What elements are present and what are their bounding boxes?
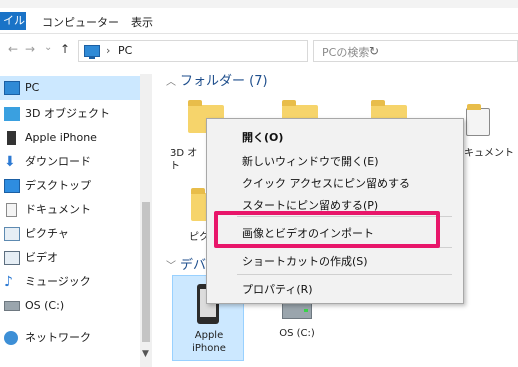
chevron-up-icon: ︿ (166, 77, 176, 88)
nav-item-documents[interactable]: ドキュメント (0, 198, 140, 222)
nav-label: OS (C:) (25, 299, 65, 312)
nav-item-pictures[interactable]: ピクチャ (0, 222, 140, 246)
scrollbar-thumb[interactable] (142, 202, 150, 342)
device-label-os-c[interactable]: OS (C:) (262, 327, 332, 340)
nav-label: ネットワーク (25, 331, 91, 344)
nav-item-apple-iphone[interactable]: Apple iPhone (0, 126, 140, 150)
device-label: Apple iPhone (192, 330, 226, 354)
chevron-down-icon: ﹀ (166, 261, 176, 272)
nav-label: ピクチャ (25, 227, 69, 240)
nav-label: ドキュメント (25, 203, 91, 216)
nav-label: PC (25, 81, 40, 94)
document-icon (6, 203, 17, 217)
menu-item-pin-quick-access[interactable]: クイック アクセスにピン留めする (242, 175, 410, 191)
nav-item-videos[interactable]: ビデオ (0, 246, 140, 270)
nav-item-desktop[interactable]: デスクトップ (0, 174, 140, 198)
folder-icon-documents[interactable] (466, 104, 490, 136)
pc-icon (84, 45, 100, 59)
network-icon (4, 331, 18, 345)
folder-label-documents: キュメント (464, 148, 514, 159)
nav-label: ビデオ (25, 251, 58, 264)
nav-label: 3D オブジェクト (25, 107, 110, 120)
nav-item-downloads[interactable]: ⬇ ダウンロード (0, 150, 140, 174)
pc-icon (4, 81, 20, 95)
navigation-pane: PC 3D オブジェクト Apple iPhone ⬇ ダウンロード デスクトッ… (0, 74, 152, 367)
folder-label-3d-objects: 3D オ ト (170, 148, 198, 172)
nav-item-pc[interactable]: PC (0, 76, 140, 100)
back-button[interactable]: ← (8, 42, 18, 56)
menu-separator (237, 274, 452, 275)
breadcrumb-pc[interactable]: PC (118, 44, 132, 57)
breadcrumb-separator: › (106, 44, 111, 57)
phone-icon (7, 131, 16, 145)
group-header-devices[interactable]: ﹀ デバ (166, 254, 206, 273)
up-button[interactable]: ↑ (60, 42, 70, 56)
group-header-folders[interactable]: ︿ フォルダー (7) (166, 70, 268, 89)
drive-led (304, 309, 308, 312)
menu-item-properties[interactable]: プロパティ(R) (242, 281, 313, 297)
nav-item-music[interactable]: ♪ ミュージック (0, 270, 140, 294)
group-header-label: フォルダー (7) (180, 74, 268, 89)
menu-item-open-new-window[interactable]: 新しいウィンドウで開く(E) (242, 153, 379, 169)
tab-file[interactable]: イル (0, 12, 26, 30)
menu-item-open[interactable]: 開く(O) (242, 129, 283, 145)
tab-computer[interactable]: コンピューター (42, 14, 119, 30)
highlight-annotation-box (214, 211, 440, 248)
drive-icon (4, 301, 20, 311)
title-bar (0, 0, 518, 8)
nav-item-network[interactable]: ネットワーク (0, 326, 140, 350)
address-bar[interactable]: › PC ↻ (78, 40, 379, 62)
nav-label: Apple iPhone (25, 131, 97, 144)
tab-view[interactable]: 表示 (131, 14, 153, 30)
group-header-label: デバ (180, 258, 207, 273)
picture-icon (4, 227, 20, 241)
recent-dropdown-button[interactable]: ⌄ (44, 42, 52, 53)
nav-label: ダウンロード (25, 155, 91, 168)
ribbon-tabs: イル コンピューター 表示 (0, 8, 518, 34)
video-icon (4, 251, 20, 265)
music-icon: ♪ (4, 274, 13, 290)
3d-objects-icon (4, 107, 20, 121)
scroll-down-icon[interactable]: ▼ (142, 349, 149, 359)
search-placeholder: PCの検索 (322, 46, 370, 59)
address-row: ← → ⌄ ↑ › PC ↻ PCの検索 (0, 34, 518, 66)
nav-label: ミュージック (25, 275, 91, 288)
download-icon: ⬇ (4, 154, 16, 170)
forward-button[interactable]: → (25, 42, 35, 56)
nav-item-os-c[interactable]: OS (C:) (0, 294, 140, 318)
desktop-icon (4, 179, 20, 193)
menu-item-create-shortcut[interactable]: ショートカットの作成(S) (242, 253, 368, 269)
nav-item-3d-objects[interactable]: 3D オブジェクト (0, 102, 140, 126)
search-input[interactable]: PCの検索 (313, 40, 518, 62)
nav-scrollbar[interactable]: ▼ (140, 74, 152, 367)
nav-label: デスクトップ (25, 179, 91, 192)
